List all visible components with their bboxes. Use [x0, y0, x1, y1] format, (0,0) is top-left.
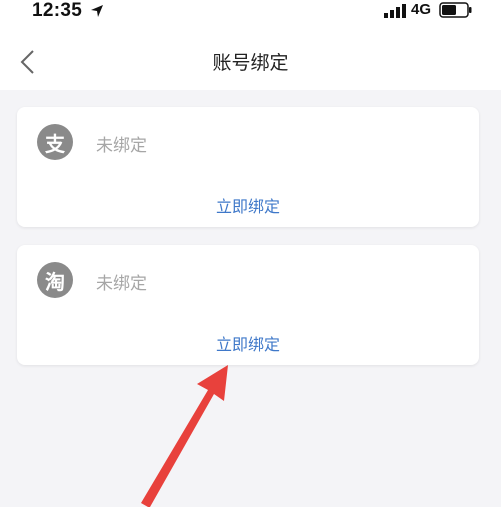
taobao-bind-now-button[interactable]: 立即绑定 — [17, 331, 479, 355]
page-title: 账号绑定 — [212, 52, 289, 74]
taobao-logo-icon: 淘 — [37, 262, 73, 298]
taobao-binding-card: 淘 未绑定 立即绑定 — [17, 245, 479, 365]
taobao-bind-status: 未绑定 — [96, 274, 147, 294]
signal-bars-icon — [384, 4, 406, 18]
navigation-bar: 账号绑定 — [0, 26, 501, 90]
alipay-bind-now-button[interactable]: 立即绑定 — [17, 193, 479, 217]
status-time: 12:35 — [32, 0, 83, 21]
network-type: 4G — [411, 1, 432, 18]
alipay-bind-status: 未绑定 — [96, 136, 147, 156]
location-arrow-icon — [91, 5, 103, 17]
status-bar: 12:35 4G — [0, 0, 501, 26]
alipay-logo-icon: 支 — [37, 124, 73, 160]
alipay-binding-card: 支 未绑定 立即绑定 — [17, 107, 479, 227]
battery-icon — [439, 2, 472, 18]
